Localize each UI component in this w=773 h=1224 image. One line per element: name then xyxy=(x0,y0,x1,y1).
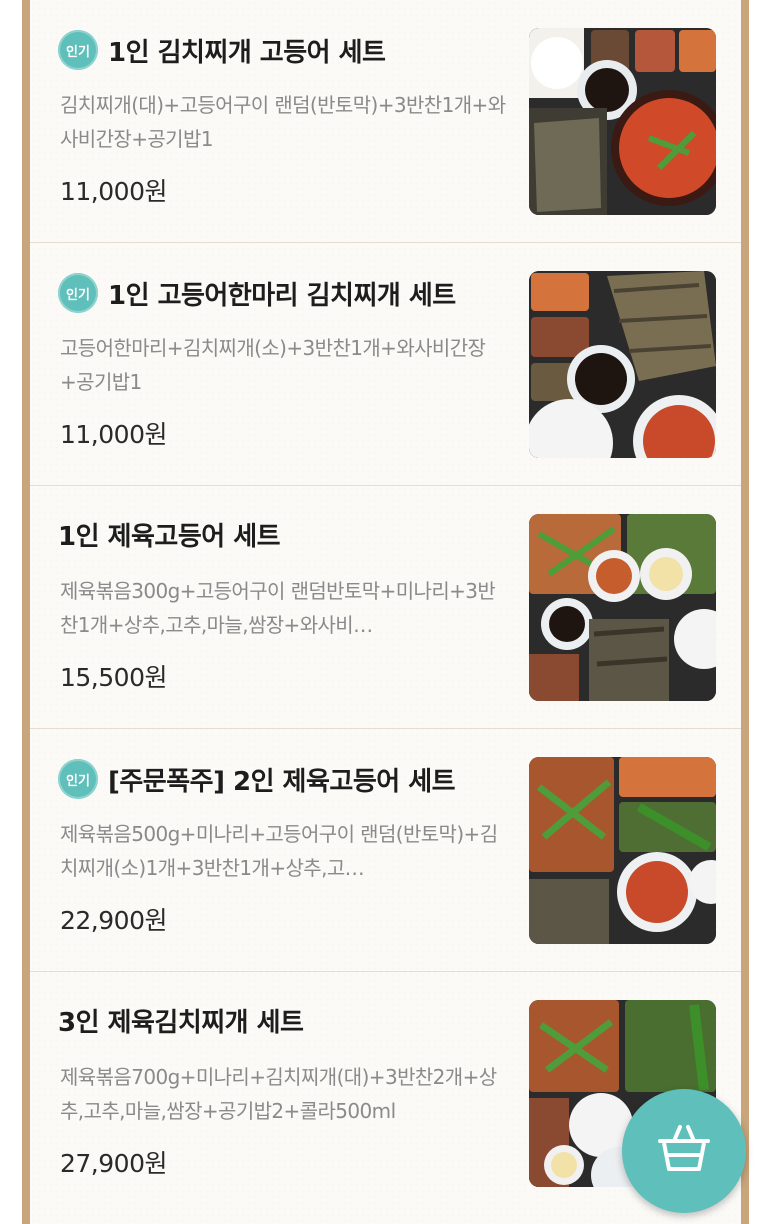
menu-item-title: 1인 김치찌개 고등어 세트 xyxy=(108,37,386,68)
menu-item-title: 1인 제육고등어 세트 xyxy=(58,522,281,552)
menu-item-title: 3인 제육김치찌개 세트 xyxy=(58,1008,304,1038)
menu-item-description: 고등어한마리+김치찌개(소)+3반찬1개+와사비간장+공기밥1 xyxy=(60,336,486,394)
menu-item[interactable]: 인기 [주문폭주] 2인 제육고등어 세트 제육볶음500g+미나리+고등어구이… xyxy=(30,729,741,972)
basket-icon xyxy=(656,1123,712,1179)
menu-item-photo xyxy=(529,28,716,215)
menu-list: 인기 1인 김치찌개 고등어 세트 김치찌개(대)+고등어구이 랜덤(반토막)+… xyxy=(22,0,749,1224)
menu-item-photo xyxy=(529,757,716,944)
menu-item-title: 1인 고등어한마리 김치찌개 세트 xyxy=(108,280,456,311)
popular-badge: 인기 xyxy=(58,273,98,313)
menu-item-description: 김치찌개(대)+고등어구이 랜덤(반토막)+3반찬1개+와사비간장+공기밥1 xyxy=(60,93,506,151)
menu-item-price: 27,900원 xyxy=(60,1149,167,1178)
cart-button[interactable] xyxy=(622,1089,746,1213)
menu-item-photo xyxy=(529,514,716,701)
menu-item-title: [주문폭주] 2인 제육고등어 세트 xyxy=(108,766,456,797)
menu-item-description: 제육볶음500g+미나리+고등어구이 랜덤(반토막)+김치찌개(소)1개+3반찬… xyxy=(60,822,498,880)
menu-item[interactable]: 인기 1인 김치찌개 고등어 세트 김치찌개(대)+고등어구이 랜덤(반토막)+… xyxy=(30,0,741,243)
menu-item-price: 22,900원 xyxy=(60,906,167,935)
menu-item-description: 제육볶음300g+고등어구이 랜덤반토막+미나리+3반찬1개+상추,고추,마늘,… xyxy=(60,579,496,637)
menu-item[interactable]: 인기 1인 고등어한마리 김치찌개 세트 고등어한마리+김치찌개(소)+3반찬1… xyxy=(30,243,741,486)
menu-item-photo xyxy=(529,271,716,458)
popular-badge: 인기 xyxy=(58,759,98,799)
menu-item-description: 제육볶음700g+미나리+김치찌개(대)+3반찬2개+상추,고추,마늘,쌈장+공… xyxy=(60,1065,497,1123)
menu-item-price: 15,500원 xyxy=(60,663,167,692)
menu-item-price: 11,000원 xyxy=(60,420,167,449)
menu-item-price: 11,000원 xyxy=(60,177,167,206)
popular-badge: 인기 xyxy=(58,30,98,70)
menu-item[interactable]: 1인 제육고등어 세트 제육볶음300g+고등어구이 랜덤반토막+미나리+3반찬… xyxy=(30,486,741,729)
